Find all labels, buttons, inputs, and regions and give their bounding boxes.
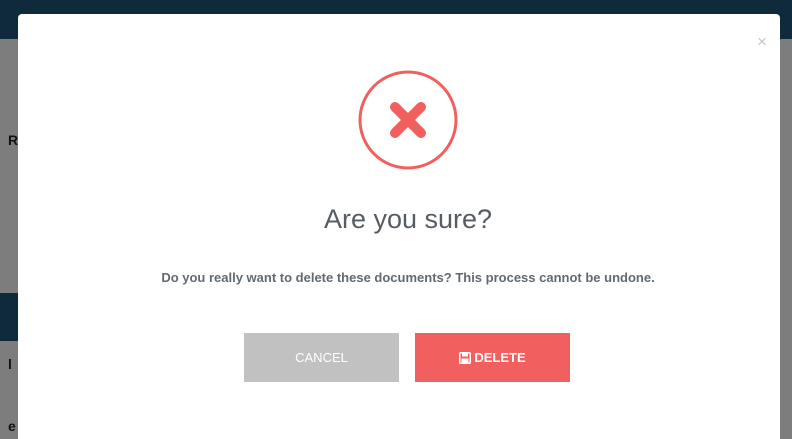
confirm-delete-dialog: × Are you sure? Do you really want to de… <box>18 14 780 439</box>
cancel-button-label: CANCEL <box>295 350 348 365</box>
x-circle-icon <box>358 70 458 170</box>
background-text: R <box>8 132 19 148</box>
delete-button-label: DELETE <box>474 350 526 365</box>
background-text: l <box>8 356 12 372</box>
save-icon <box>459 351 472 364</box>
background-text: e <box>8 418 16 434</box>
close-button[interactable]: × <box>754 33 770 50</box>
cancel-button[interactable]: CANCEL <box>244 333 399 382</box>
dialog-title: Are you sure? <box>323 204 493 234</box>
delete-button[interactable]: DELETE <box>415 333 570 382</box>
dialog-message: Do you really want to delete these docum… <box>161 270 655 285</box>
